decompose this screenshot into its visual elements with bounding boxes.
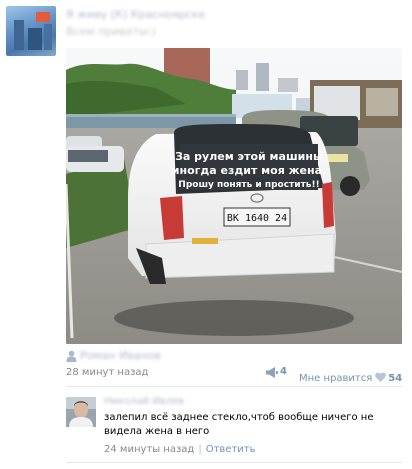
reply-link[interactable]: Ответить — [206, 444, 256, 455]
commenter-avatar[interactable] — [66, 397, 96, 427]
megaphone-icon — [266, 367, 278, 378]
author-name-link[interactable]: Роман Иванов — [80, 349, 161, 362]
commenter-name-link[interactable]: Николай Ивлев — [104, 396, 184, 407]
repost-count: 4 — [280, 366, 287, 377]
group-avatar[interactable] — [6, 6, 56, 56]
post-text: Всем приветы:) — [66, 25, 156, 38]
like-count: 54 — [388, 373, 403, 384]
sticker-line-2: иногда ездит моя жена. — [172, 164, 326, 177]
heart-icon — [375, 372, 387, 382]
comment-text: залепил всё заднее стекло,чтоб вообще ни… — [104, 412, 374, 437]
separator: | — [198, 444, 202, 455]
post-time[interactable]: 28 минут назад — [66, 367, 148, 378]
sticker-line-3: Прошу понять и простить!! — [178, 180, 319, 190]
sticker-line-1: За рулем этой машины — [175, 150, 323, 163]
license-plate: ВК 1640 24 — [227, 213, 287, 224]
divider — [66, 462, 402, 463]
post-photo[interactable]: За рулем этой машины иногда ездит моя же… — [66, 48, 402, 344]
group-name-link[interactable]: Я живу [К] Красноярске — [66, 8, 205, 21]
like-label: Мне нравится — [299, 373, 373, 384]
like-button[interactable]: Мне нравится 54 — [299, 366, 402, 384]
user-icon — [66, 350, 77, 362]
divider — [66, 386, 402, 387]
comment-time[interactable]: 24 минуты назад — [104, 444, 194, 455]
comment-meta: 24 минуты назад | Ответить — [104, 444, 256, 455]
